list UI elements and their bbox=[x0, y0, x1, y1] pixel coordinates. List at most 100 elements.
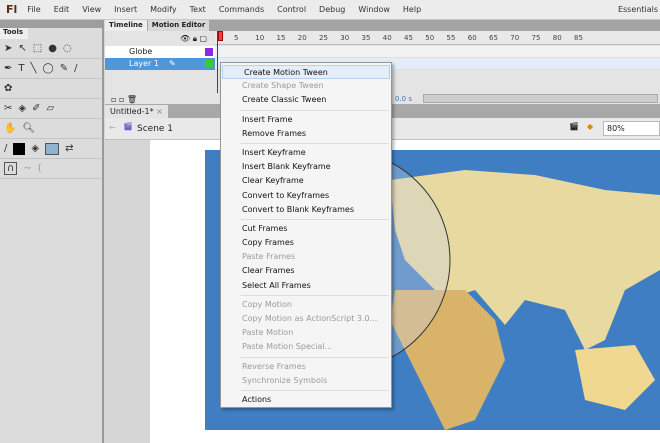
menu-item-remove-frames[interactable]: Remove Frames bbox=[221, 127, 391, 141]
ruler-tick-label: 10 bbox=[255, 34, 265, 42]
subselection-tool-icon[interactable]: ↖ bbox=[18, 43, 26, 54]
menu-item-reverse-frames: Reverse Frames bbox=[242, 361, 306, 371]
ruler-tick-label: 65 bbox=[489, 34, 498, 42]
layer-color-swatch bbox=[205, 48, 213, 56]
fill-color-swatch[interactable] bbox=[45, 142, 60, 155]
menu-item-create-shape-tween: Create Shape Tween bbox=[242, 81, 324, 91]
ruler-tick-label: 80 bbox=[552, 34, 562, 42]
tab-motion-editor[interactable]: Motion Editor bbox=[147, 20, 210, 31]
layer-buttons[interactable]: ▫ ▫ 🗑︎ bbox=[111, 95, 137, 104]
bone-tool-icon[interactable]: ✂ bbox=[4, 103, 12, 114]
smooth-icon[interactable]: ~ bbox=[23, 163, 31, 174]
layer-row-globe[interactable]: Globe bbox=[105, 46, 215, 58]
menu-item-clear-frames[interactable]: Clear Frames bbox=[221, 264, 391, 278]
3d-rotation-icon[interactable]: ● bbox=[48, 43, 57, 54]
pen-tool-icon[interactable]: ✒ bbox=[4, 63, 12, 74]
menu-item-select-all-frames[interactable]: Select All Frames bbox=[221, 279, 391, 293]
menu-item-create-motion-tween[interactable]: Create Motion Tween bbox=[222, 65, 390, 80]
ruler-tick-label: 45 bbox=[404, 34, 413, 42]
close-tab-icon[interactable]: × bbox=[156, 107, 163, 116]
menu-item-create-classic-tween[interactable]: Create Classic Tween bbox=[221, 93, 391, 107]
scene-name: Scene 1 bbox=[137, 124, 174, 134]
tab-timeline[interactable]: Timeline bbox=[105, 20, 147, 31]
free-transform-icon[interactable]: ⬚ bbox=[33, 43, 42, 54]
ruler-tick-label: 70 bbox=[510, 34, 520, 42]
menu-modify[interactable]: Modify bbox=[150, 5, 177, 14]
eraser-icon[interactable]: ▱ bbox=[46, 103, 54, 114]
back-arrow-icon[interactable]: ← bbox=[109, 123, 116, 132]
frames-globe[interactable] bbox=[215, 46, 660, 58]
pencil-icon: ✎ bbox=[169, 59, 176, 68]
menu-item-convert-to-blank-keyframes[interactable]: Convert to Blank Keyframes bbox=[221, 203, 391, 217]
menu-control[interactable]: Control bbox=[277, 5, 306, 14]
menu-item-convert-to-keyframes[interactable]: Convert to Keyframes bbox=[221, 189, 391, 203]
menu-item-copy-motion: Copy Motion bbox=[242, 299, 292, 309]
layer-color-swatch bbox=[205, 60, 213, 68]
pencil-tool-icon[interactable]: ✎ bbox=[60, 63, 68, 74]
menu-separator bbox=[241, 356, 389, 358]
layer-row-layer-1[interactable]: Layer 1 ✎ bbox=[105, 58, 215, 70]
layer-name: Layer 1 bbox=[129, 59, 159, 68]
stroke-color-swatch[interactable] bbox=[13, 142, 26, 155]
ruler-tick-label: 20 bbox=[297, 34, 307, 42]
menu-item-paste-frames: Paste Frames bbox=[242, 252, 296, 262]
menu-file[interactable]: File bbox=[27, 5, 40, 14]
edit-symbols-icon[interactable]: ◆ bbox=[587, 122, 593, 131]
menu-item-cut-frames[interactable]: Cut Frames bbox=[221, 222, 391, 236]
zoom-tool-icon[interactable]: 🔍︎ bbox=[22, 123, 35, 134]
frame-ruler[interactable]: 1510152025303540455055606570758085 bbox=[215, 31, 660, 45]
snap-icon[interactable]: ∩ bbox=[4, 162, 18, 175]
eyedropper-icon[interactable]: ✐ bbox=[32, 103, 40, 114]
menu-item-copy-frames[interactable]: Copy Frames bbox=[221, 236, 391, 250]
menu-view[interactable]: View bbox=[82, 5, 101, 14]
menu-text[interactable]: Text bbox=[190, 5, 206, 14]
menu-separator bbox=[241, 389, 389, 391]
workspace-switcher[interactable]: Essentials bbox=[618, 5, 658, 14]
line-tool-icon[interactable]: ╲ bbox=[31, 63, 37, 74]
zoom-field[interactable]: 80% bbox=[603, 121, 660, 136]
menu-item-actions[interactable]: Actions bbox=[221, 393, 391, 407]
edit-scene-icon[interactable]: 🎬︎ bbox=[569, 122, 579, 131]
text-tool-icon[interactable]: T bbox=[18, 63, 24, 74]
menu-item-insert-frame[interactable]: Insert Frame bbox=[221, 113, 391, 127]
menu-help[interactable]: Help bbox=[403, 5, 421, 14]
menu-edit[interactable]: Edit bbox=[54, 5, 70, 14]
menu-separator bbox=[241, 294, 389, 296]
menu-item-insert-keyframe[interactable]: Insert Keyframe bbox=[221, 146, 391, 160]
hand-tool-icon[interactable]: ✋ bbox=[4, 123, 16, 134]
fill-color-icon[interactable]: ◈ bbox=[31, 143, 39, 154]
menu-item-clear-keyframe[interactable]: Clear Keyframe bbox=[221, 174, 391, 188]
ruler-tick-label: 75 bbox=[531, 34, 541, 42]
ruler-tick-label: 5 bbox=[234, 34, 239, 42]
ruler-tick-label: 60 bbox=[467, 34, 477, 42]
ruler-tick-label: 35 bbox=[361, 34, 371, 42]
panel-header bbox=[0, 20, 102, 28]
layer-name: Globe bbox=[129, 47, 153, 56]
ruler-tick-label: 55 bbox=[446, 34, 456, 42]
elapsed-time: 0.0 s bbox=[395, 95, 413, 103]
document-tab[interactable]: Untitled-1* × bbox=[105, 105, 168, 118]
oval-tool-icon[interactable]: ◯ bbox=[43, 63, 54, 74]
lasso-icon[interactable]: ◌ bbox=[63, 43, 72, 54]
swap-colors-icon[interactable]: ⇄ bbox=[65, 143, 73, 154]
deco-tool-icon[interactable]: ✿ bbox=[4, 83, 12, 94]
menu-item-insert-blank-keyframe[interactable]: Insert Blank Keyframe bbox=[221, 160, 391, 174]
ruler-tick-label: 15 bbox=[276, 34, 286, 42]
brush-tool-icon[interactable]: / bbox=[74, 63, 77, 74]
menu-commands[interactable]: Commands bbox=[219, 5, 264, 14]
menu-insert[interactable]: Insert bbox=[114, 5, 137, 14]
stroke-color-icon[interactable]: / bbox=[4, 143, 7, 154]
menu-debug[interactable]: Debug bbox=[319, 5, 345, 14]
menu-window[interactable]: Window bbox=[358, 5, 390, 14]
ruler-tick-label: 30 bbox=[340, 34, 350, 42]
ruler-tick-label: 85 bbox=[574, 34, 583, 42]
straighten-icon[interactable]: ( bbox=[38, 163, 42, 174]
australia-landmass bbox=[575, 345, 655, 410]
timeline-scrollbar[interactable] bbox=[423, 94, 658, 103]
menu-item-paste-motion: Paste Motion bbox=[242, 328, 294, 338]
layer-visibility-icons[interactable]: 👁︎ 🔒︎ ▢ bbox=[180, 34, 207, 44]
selection-tool-icon[interactable]: ➤ bbox=[4, 43, 12, 54]
flash-logo: Fl bbox=[6, 3, 18, 16]
paint-bucket-icon[interactable]: ◈ bbox=[18, 103, 26, 114]
menu-item-paste-motion-special: Paste Motion Special... bbox=[242, 342, 333, 352]
